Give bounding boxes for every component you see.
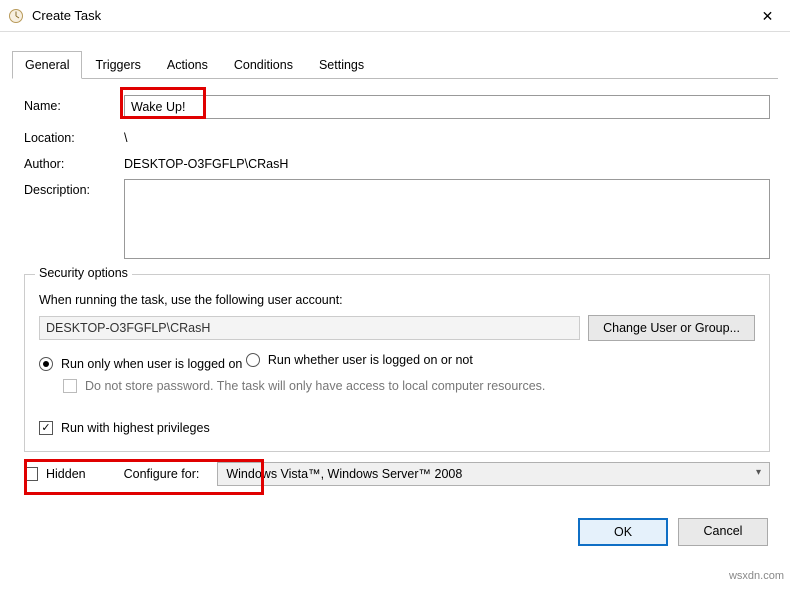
when-running-text: When running the task, use the following…	[39, 293, 755, 307]
dialog-footer: OK Cancel	[0, 504, 790, 556]
user-account-row: DESKTOP-O3FGFLP\CRasH Change User or Gro…	[39, 315, 755, 341]
name-label: Name:	[24, 95, 124, 113]
close-icon: ✕	[762, 8, 774, 25]
do-not-store-password-checkbox: Do not store password. The task will onl…	[63, 379, 545, 393]
tab-actions[interactable]: Actions	[154, 51, 221, 79]
titlebar: Create Task ✕	[0, 0, 790, 32]
run-highest-privileges-checkbox[interactable]: ✓ Run with highest privileges	[39, 421, 210, 435]
author-label: Author:	[24, 153, 124, 171]
run-whether-label: Run whether user is logged on or not	[268, 353, 473, 367]
hidden-checkbox[interactable]: Hidden	[24, 467, 86, 481]
configure-for-label: Configure for:	[124, 467, 200, 481]
run-only-logged-on-label: Run only when user is logged on	[61, 357, 242, 371]
checkbox-icon	[63, 379, 77, 393]
name-row: Name:	[24, 95, 770, 119]
configure-for-value: Windows Vista™, Windows Server™ 2008	[226, 467, 462, 481]
tab-strip: General Triggers Actions Conditions Sett…	[12, 50, 778, 79]
change-user-button[interactable]: Change User or Group...	[588, 315, 755, 341]
author-row: Author: DESKTOP-O3FGFLP\CRasH	[24, 153, 770, 171]
run-whether-radio[interactable]: Run whether user is logged on or not	[246, 353, 473, 367]
description-label: Description:	[24, 179, 124, 197]
tab-actions-label: Actions	[167, 58, 208, 72]
user-account-value: DESKTOP-O3FGFLP\CRasH	[39, 316, 580, 340]
location-label: Location:	[24, 127, 124, 145]
radio-dot-icon	[246, 353, 260, 367]
location-value: \	[124, 127, 770, 145]
do-not-store-label: Do not store password. The task will onl…	[85, 379, 545, 393]
tab-general[interactable]: General	[12, 51, 82, 79]
hidden-label: Hidden	[46, 467, 86, 481]
security-options-group: Security options When running the task, …	[24, 274, 770, 452]
tab-conditions[interactable]: Conditions	[221, 51, 306, 79]
tab-general-label: General	[25, 58, 69, 72]
description-input[interactable]	[124, 179, 770, 259]
general-panel: Name: Location: \ Author: DESKTOP-O3FGFL…	[0, 79, 790, 504]
radio-dot-icon	[39, 357, 53, 371]
ok-button[interactable]: OK	[578, 518, 668, 546]
tab-triggers-label: Triggers	[95, 58, 140, 72]
tab-settings-label: Settings	[319, 58, 364, 72]
security-options-legend: Security options	[35, 266, 132, 280]
tab-settings[interactable]: Settings	[306, 51, 377, 79]
tab-conditions-label: Conditions	[234, 58, 293, 72]
author-value: DESKTOP-O3FGFLP\CRasH	[124, 153, 770, 171]
run-only-logged-on-radio[interactable]: Run only when user is logged on	[39, 357, 242, 371]
checkbox-icon	[24, 467, 38, 481]
window-title: Create Task	[32, 8, 101, 23]
configure-for-dropdown[interactable]: Windows Vista™, Windows Server™ 2008	[217, 462, 770, 486]
tab-triggers[interactable]: Triggers	[82, 51, 153, 79]
location-row: Location: \	[24, 127, 770, 145]
description-row: Description:	[24, 179, 770, 262]
close-button[interactable]: ✕	[745, 0, 790, 32]
task-scheduler-icon	[8, 8, 24, 24]
watermark-text: wsxdn.com	[729, 570, 784, 582]
bottom-config-row: Hidden Configure for: Windows Vista™, Wi…	[24, 462, 770, 486]
run-highest-label: Run with highest privileges	[61, 421, 210, 435]
name-input[interactable]	[124, 95, 770, 119]
cancel-button[interactable]: Cancel	[678, 518, 768, 546]
checkbox-icon: ✓	[39, 421, 53, 435]
